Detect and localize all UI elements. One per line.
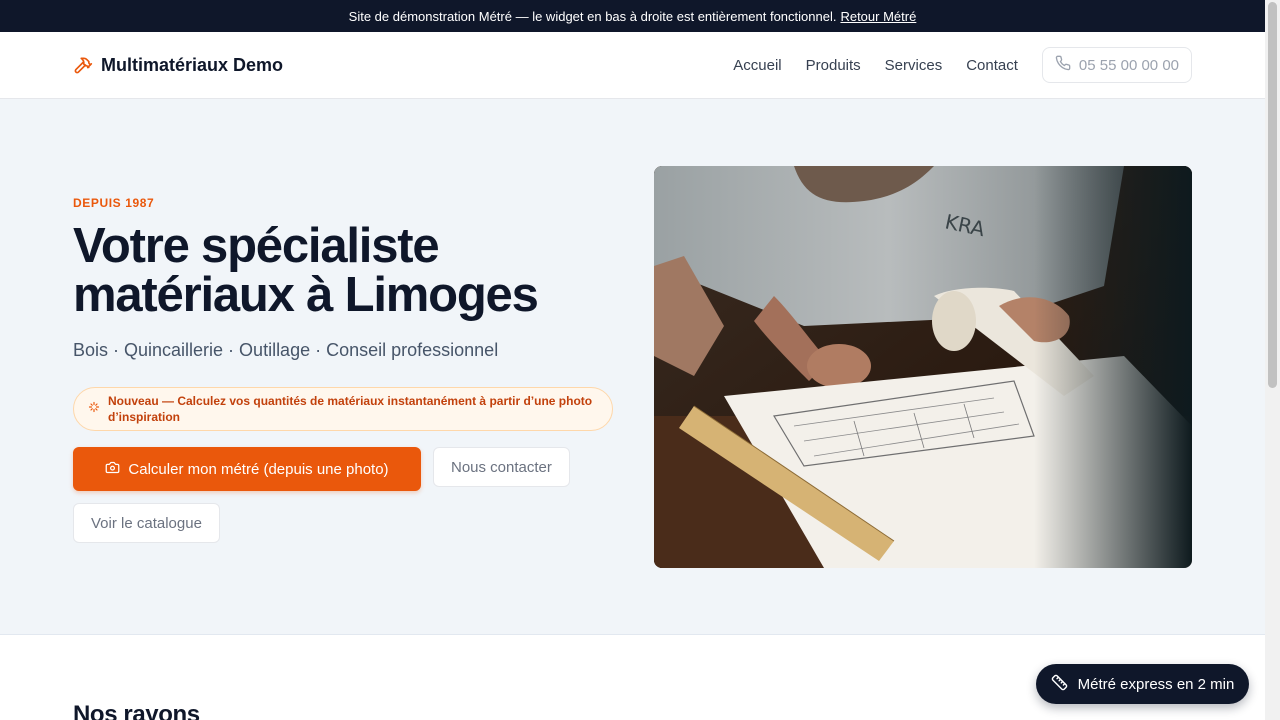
scrollbar-thumb[interactable] <box>1268 2 1277 388</box>
camera-icon <box>105 460 120 479</box>
nav-produits[interactable]: Produits <box>806 57 861 74</box>
site-header: Multimatériaux Demo Accueil Produits Ser… <box>0 32 1265 99</box>
scrollbar[interactable] <box>1265 0 1280 720</box>
banner-link[interactable]: Retour Métré <box>840 9 916 24</box>
demo-banner: Site de démonstration Métré — le widget … <box>0 0 1265 32</box>
architect-drawing-photo: KRA <box>654 166 1192 568</box>
calculate-metre-label: Calculer mon métré (depuis une photo) <box>128 460 389 478</box>
promo-badge: Nouveau — Calculez vos quantités de maté… <box>73 387 613 431</box>
nav-accueil[interactable]: Accueil <box>733 57 781 74</box>
contact-button[interactable]: Nous contacter <box>433 447 570 487</box>
hero-subtitle: Bois · Quincaillerie · Outillage · Conse… <box>73 340 499 360</box>
banner-text: Site de démonstration Métré — le widget … <box>348 8 837 24</box>
catalog-button[interactable]: Voir le catalogue <box>73 503 220 543</box>
brand-name: Multimatériaux Demo <box>101 54 284 75</box>
hero-content: DEPUIS 1987 Votre spécialiste matériaux … <box>73 196 618 543</box>
phone-icon <box>1055 55 1071 75</box>
nav-services[interactable]: Services <box>885 57 943 74</box>
hero-image: KRA <box>654 166 1192 568</box>
hero-section: DEPUIS 1987 Votre spécialiste matériaux … <box>0 99 1265 635</box>
phone-button[interactable]: 05 55 00 00 00 <box>1041 47 1192 83</box>
hammer-icon <box>73 55 93 75</box>
hero-eyebrow: DEPUIS 1987 <box>73 196 155 210</box>
ruler-icon <box>1051 674 1068 695</box>
nav-contact[interactable]: Contact <box>966 57 1018 74</box>
widget-label: Métré express en 2 min <box>1077 675 1235 693</box>
brand-logo[interactable]: Multimatériaux Demo <box>73 55 283 76</box>
promo-text: Nouveau — Calculez vos quantités de maté… <box>108 394 593 424</box>
metre-express-widget[interactable]: Métré express en 2 min <box>1036 664 1249 704</box>
main-nav: Accueil Produits Services Contact 05 55 … <box>733 47 1192 83</box>
catalog-row: Voir le catalogue <box>73 503 618 543</box>
hero-actions: Calculer mon métré (depuis une photo) No… <box>73 447 618 543</box>
sparkles-icon <box>88 400 100 418</box>
phone-number: 05 55 00 00 00 <box>1078 56 1179 74</box>
section-title: Nos rayons <box>73 701 200 720</box>
hero-title: Votre spécialiste matériaux à Limoges <box>73 219 539 322</box>
page: Site de démonstration Métré — le widget … <box>0 0 1265 720</box>
calculate-metre-button[interactable]: Calculer mon métré (depuis une photo) <box>73 447 421 491</box>
